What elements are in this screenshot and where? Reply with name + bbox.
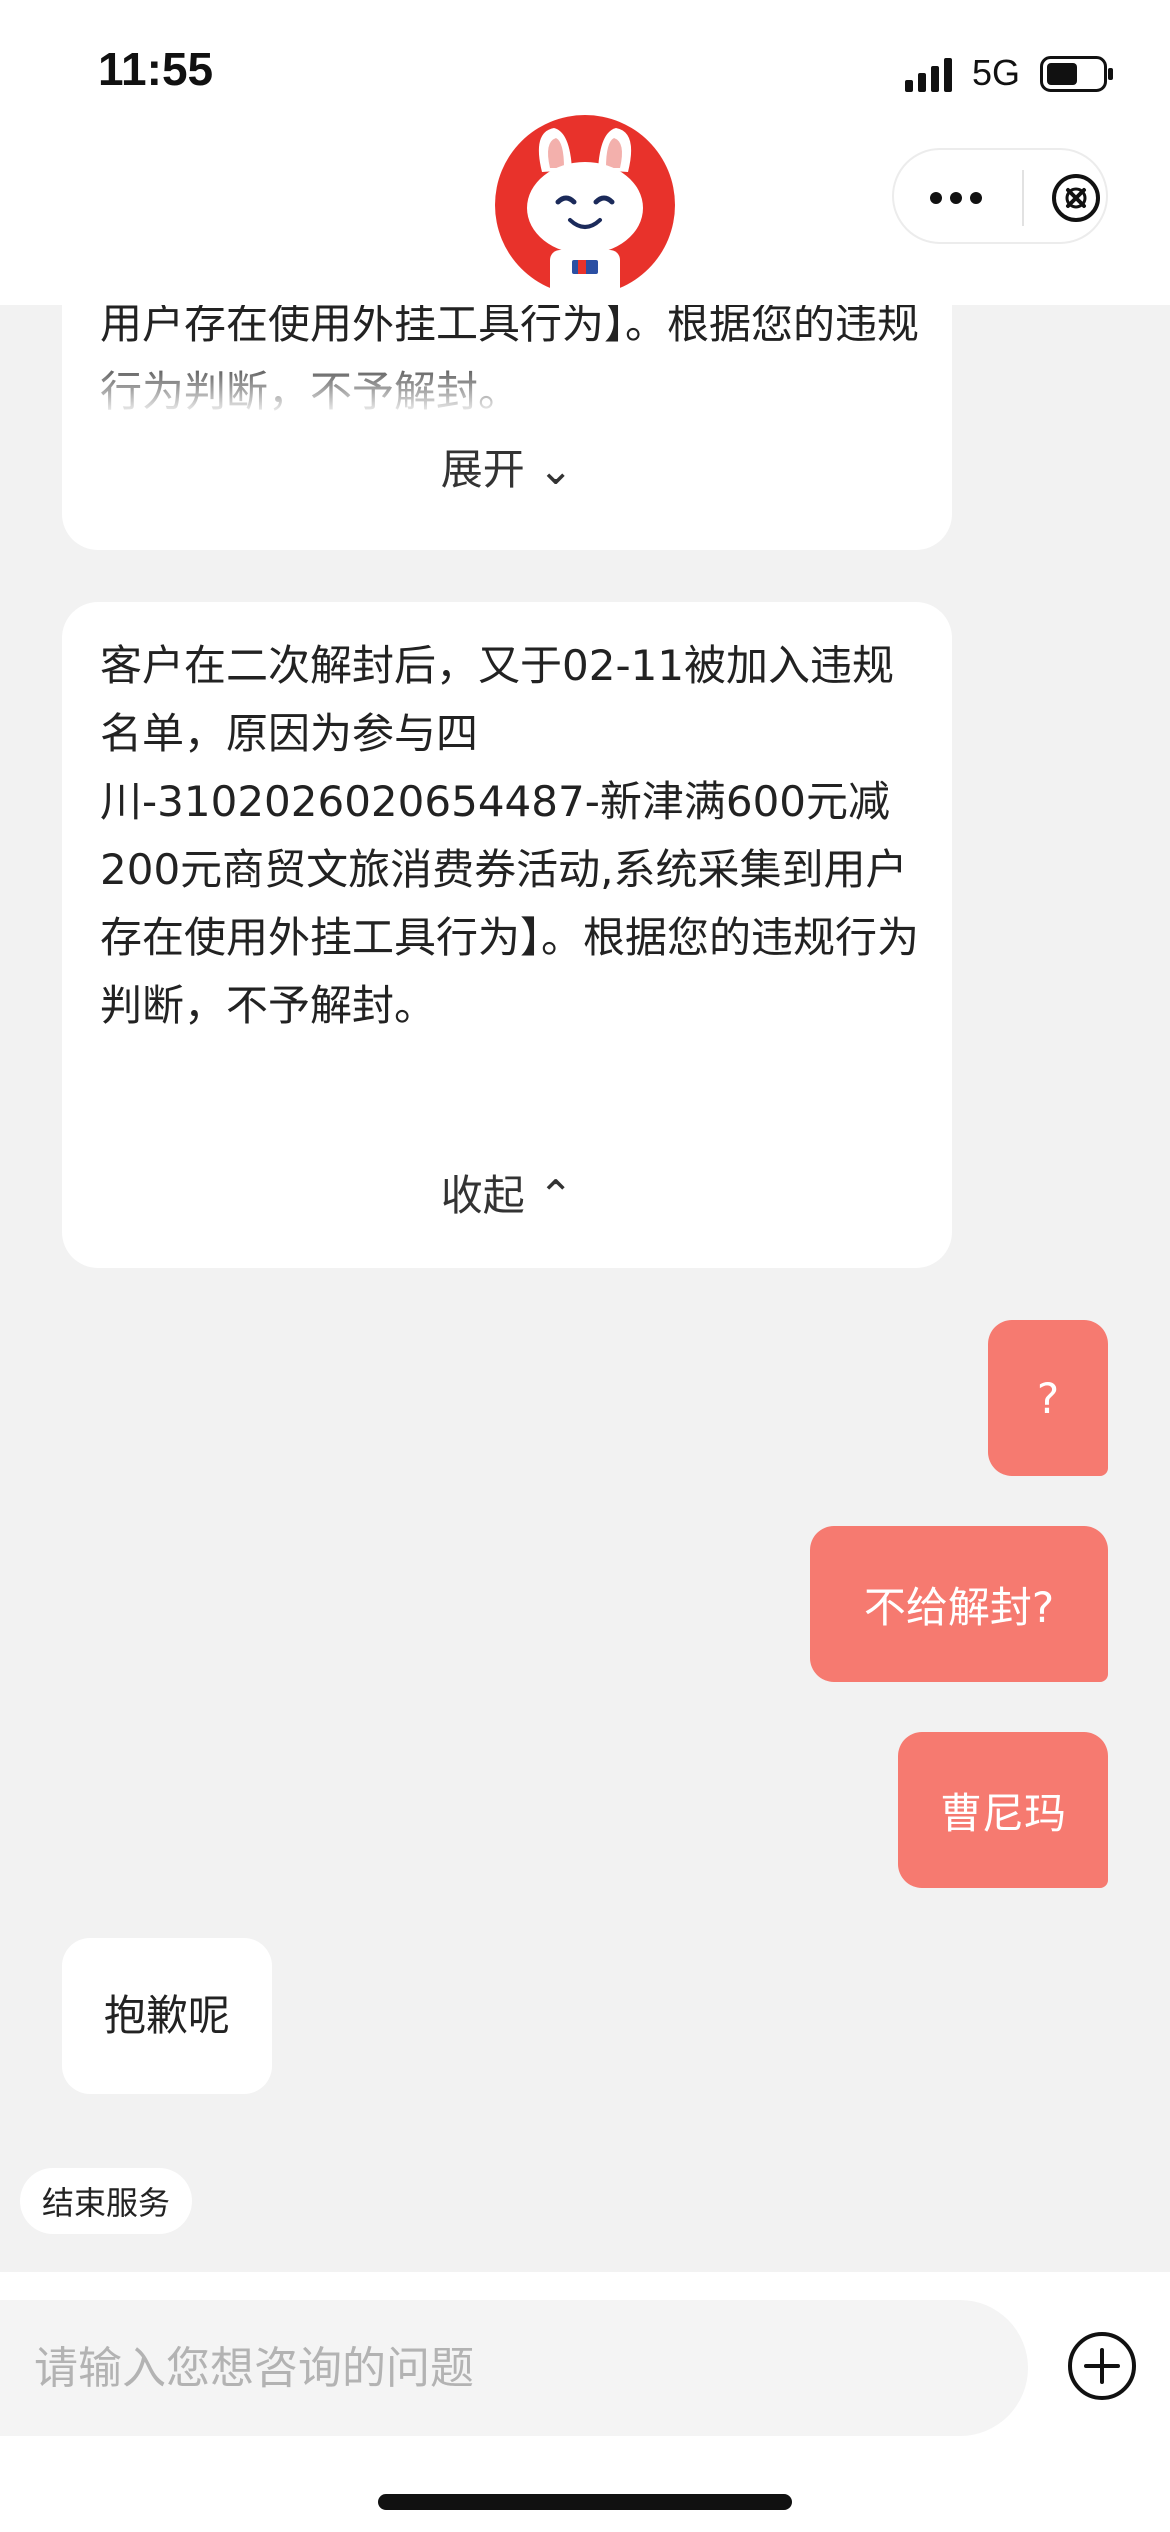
more-dots-icon[interactable] [926,180,986,216]
text-fade-overlay [62,350,952,440]
mascot-avatar-icon [495,115,675,298]
plus-circle-icon[interactable] [1066,2330,1138,2402]
mini-program-capsule [892,148,1108,244]
end-service-button[interactable]: 结束服务 [20,2168,193,2234]
question-input[interactable] [0,2300,1028,2436]
bot-reply: 抱歉呢 [62,1938,272,2094]
expanded-message-text: 客户在二次解封后，又于02-11被加入违规名单，原因为参与四川-31020260… [100,641,920,1030]
signal-icon [905,58,952,92]
user-message: 曹尼玛 [898,1732,1108,1888]
collapse-button[interactable]: 收起 ⌃ [62,1162,952,1223]
bot-message-expanded: 客户在二次解封后，又于02-11被加入违规名单，原因为参与四川-31020260… [62,602,952,1268]
expand-button[interactable]: 展开 ⌄ [62,436,952,497]
user-message: ? [988,1320,1108,1476]
capsule-divider [1022,170,1024,226]
battery-icon [1040,56,1113,92]
close-circle-icon[interactable] [1050,172,1102,224]
user-message: 不给解封? [810,1526,1108,1682]
network-type: 5G [972,52,1021,93]
input-bar [0,2272,1170,2532]
home-indicator [378,2494,792,2510]
status-time: 11:55 [98,43,214,95]
header-area: 11:55 5G [0,0,1170,305]
